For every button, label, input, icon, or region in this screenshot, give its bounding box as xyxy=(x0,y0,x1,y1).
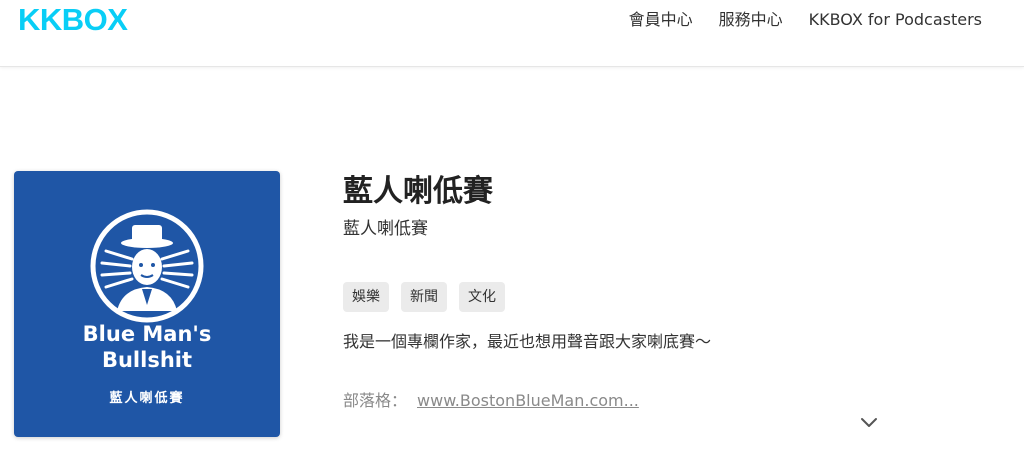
blog-link[interactable]: www.BostonBlueMan.com... xyxy=(417,391,639,410)
kkbox-logo[interactable]: KKBOX xyxy=(18,2,128,38)
nav-kkbox-for-podcasters[interactable]: KKBOX for Podcasters xyxy=(809,10,982,30)
tag-culture[interactable]: 文化 xyxy=(459,282,505,312)
category-tags: 娛樂 新聞 文化 xyxy=(343,282,505,312)
blog-line: 部落格： www.BostonBlueMan.com... xyxy=(343,389,639,413)
podcast-author[interactable]: 藍人喇低賽 xyxy=(343,217,428,241)
nav-member-center[interactable]: 會員中心 xyxy=(629,10,693,30)
cover-title-chinese: 藍人喇低賽 xyxy=(109,391,185,406)
podcast-title: 藍人喇低賽 xyxy=(343,174,493,209)
chevron-down-icon[interactable] xyxy=(859,412,879,432)
cover-title-line-1: Blue Man's xyxy=(82,322,212,346)
cover-title-line-2: Bullshit xyxy=(101,348,193,372)
podcast-description: 我是一個專欄作家，最近也想用聲音跟大家喇底賽～ xyxy=(343,332,712,351)
tag-news[interactable]: 新聞 xyxy=(401,282,447,312)
podcast-cover-image: Blue Man's Bullshit 藍人喇低賽 xyxy=(14,171,280,437)
nav-service-center[interactable]: 服務中心 xyxy=(719,10,783,30)
tag-entertainment[interactable]: 娛樂 xyxy=(343,282,389,312)
site-header: KKBOX 會員中心 服務中心 KKBOX for Podcasters xyxy=(0,0,1024,67)
blog-label: 部落格： xyxy=(343,391,408,410)
top-nav: 會員中心 服務中心 KKBOX for Podcasters xyxy=(629,10,982,30)
